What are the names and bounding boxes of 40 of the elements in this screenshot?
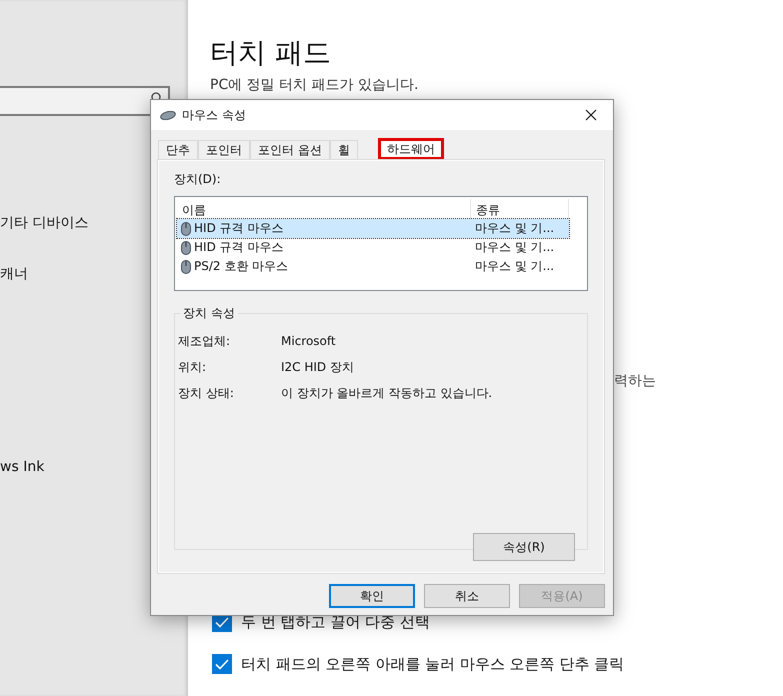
description-text: 력하는: [614, 372, 657, 390]
device-row[interactable]: HID 규격 마우스 마우스 및 기...: [177, 219, 569, 238]
dialog-button[interactable]: 확인: [329, 584, 415, 608]
tab[interactable]: 하드웨어: [378, 138, 444, 160]
device-type: 마우스 및 기...: [475, 239, 554, 256]
property-label: 장치 상태:: [178, 384, 235, 402]
device-type: 마우스 및 기...: [475, 220, 554, 237]
search-field[interactable]: [0, 86, 170, 116]
close-icon: [585, 109, 597, 121]
page-title: 터치 패드: [210, 35, 332, 71]
mouse-icon: [181, 222, 191, 236]
mouse-icon: [160, 110, 176, 120]
device-row[interactable]: HID 규격 마우스 마우스 및 기...: [177, 238, 569, 257]
device-name: HID 규격 마우스: [194, 239, 284, 256]
mouse-icon: [181, 260, 191, 274]
check-icon: [215, 658, 229, 670]
option-label: 터치 패드의 오른쪽 아래를 눌러 마우스 오른쪽 단추 클릭: [241, 654, 624, 674]
tab[interactable]: 포인터 옵션: [250, 140, 330, 160]
property-label: 위치:: [178, 358, 208, 376]
property-label: 제조업체:: [178, 332, 232, 350]
device-type: 마우스 및 기...: [475, 258, 554, 275]
check-icon: [215, 616, 229, 628]
dialog-button[interactable]: 취소: [424, 584, 510, 608]
checkbox[interactable]: [212, 654, 232, 674]
device-row[interactable]: PS/2 호환 마우스 마우스 및 기...: [177, 257, 569, 276]
group-title: 장치 속성: [182, 305, 236, 322]
devices-label: 장치(D):: [174, 171, 222, 188]
intro-text: PC에 정밀 터치 패드가 있습니다.: [210, 77, 420, 93]
device-name: HID 규격 마우스: [194, 220, 284, 237]
property-value: Microsoft: [281, 334, 337, 348]
dialog-title: 마우스 속성: [182, 106, 247, 124]
property-value: I2C HID 장치: [281, 358, 355, 376]
tab[interactable]: 휠: [330, 140, 358, 160]
mouse-icon: [181, 240, 191, 254]
device-name: PS/2 호환 마우스: [194, 258, 288, 275]
properties-button[interactable]: 속성(R): [473, 533, 575, 561]
tab[interactable]: 포인터: [198, 140, 250, 160]
property-value: 이 장치가 올바르게 작동하고 있습니다.: [281, 384, 494, 402]
option-label: 두 번 탭하고 끌어 다중 선택: [241, 612, 430, 632]
tab[interactable]: 단추: [158, 140, 198, 160]
